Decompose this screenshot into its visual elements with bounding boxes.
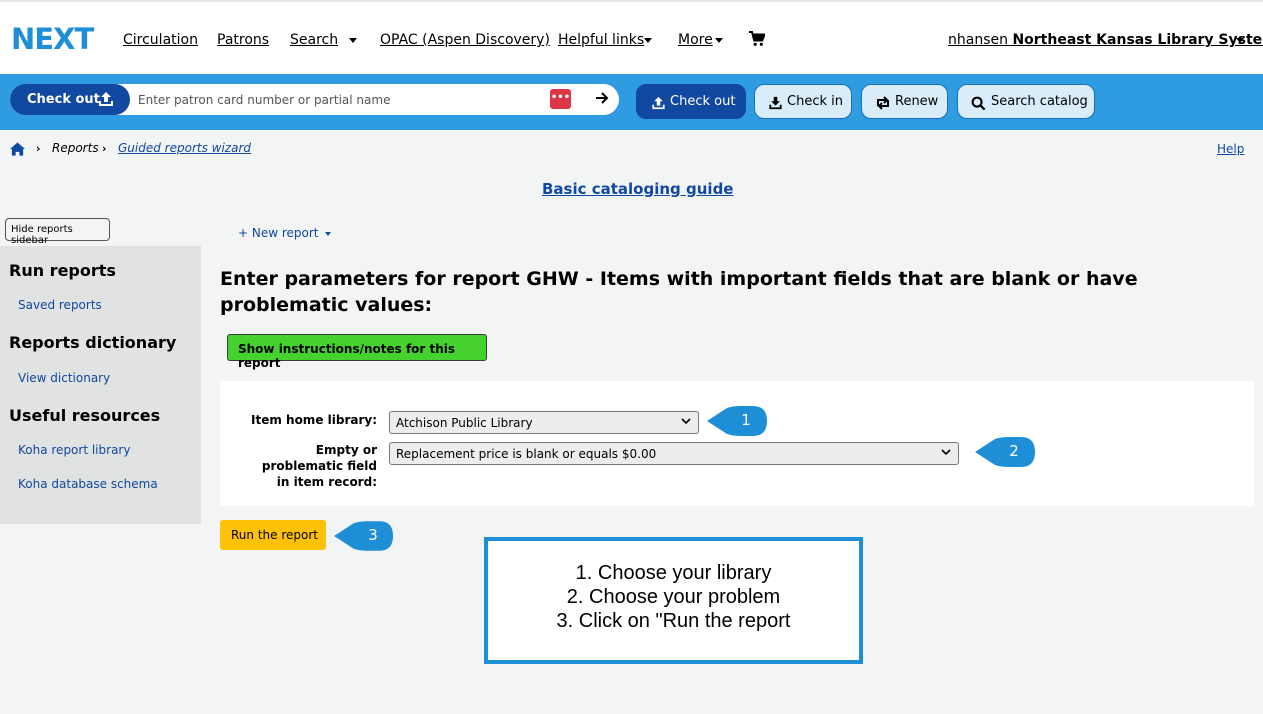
more-options-icon[interactable]: ••• xyxy=(550,89,571,109)
user-library-menu[interactable]: nhansen Northeast Kansas Library System xyxy=(948,32,1263,48)
search-catalog-button[interactable]: Search catalog xyxy=(957,84,1095,119)
problem-field-value: Replacement price is blank or equals $0.… xyxy=(396,447,657,461)
nav-opac[interactable]: OPAC (Aspen Discovery) xyxy=(380,32,550,48)
nav-patrons[interactable]: Patrons xyxy=(217,32,269,48)
callout-number-2: 2 xyxy=(1009,442,1019,460)
breadcrumb-guided-reports-wizard[interactable]: Guided reports wizard xyxy=(118,141,251,155)
top-navbar: NEXT Circulation Patrons Search OPAC (As… xyxy=(0,0,1263,74)
upload-icon xyxy=(652,96,665,110)
nav-search[interactable]: Search xyxy=(290,32,338,48)
checkout-mode-label: Check out xyxy=(27,92,100,107)
item-home-library-select[interactable]: Atchison Public Library xyxy=(389,411,699,434)
search-dropdown-caret-icon[interactable] xyxy=(349,38,357,43)
hide-reports-sidebar-button[interactable]: Hide reports sidebar xyxy=(5,218,110,246)
check-out-button[interactable]: Check out xyxy=(636,84,746,119)
arrow-right-icon[interactable] xyxy=(595,91,609,105)
sidebar-heading-useful-resources: Useful resources xyxy=(9,406,161,425)
helpful-links-caret-icon[interactable] xyxy=(644,38,652,43)
nav-more[interactable]: More xyxy=(678,32,713,48)
callout-3: 3 xyxy=(334,521,394,551)
sidebar-link-koha-database-schema[interactable]: Koha database schema xyxy=(18,477,158,491)
basic-cataloging-guide-link[interactable]: Basic cataloging guide xyxy=(542,180,733,198)
home-icon[interactable] xyxy=(10,142,25,156)
problem-field-select[interactable]: Replacement price is blank or equals $0.… xyxy=(389,442,959,465)
note-line-3: 3. Click on "Run the report xyxy=(556,610,791,632)
username: nhansen xyxy=(948,32,1008,48)
nav-helpful-links[interactable]: Helpful links xyxy=(558,32,644,48)
new-report-dropdown[interactable]: + New report xyxy=(238,226,332,240)
download-icon xyxy=(769,96,782,110)
show-instructions-button[interactable]: Show instructions/notes for this report xyxy=(227,334,487,370)
sidebar-link-koha-report-library[interactable]: Koha report library xyxy=(18,443,130,457)
upload-icon xyxy=(99,92,113,106)
note-line-1: 1. Choose your library xyxy=(575,562,772,584)
callout-number-3: 3 xyxy=(368,526,378,544)
checkout-mode-toggle[interactable]: Check out xyxy=(10,84,130,115)
renew-button[interactable]: Renew xyxy=(861,84,948,119)
new-report-caret-icon xyxy=(325,231,332,236)
report-parameters-form: Item home library: Atchison Public Libra… xyxy=(220,381,1254,506)
renew-label: Renew xyxy=(895,94,939,109)
callout-1: 1 xyxy=(707,406,768,436)
more-caret-icon[interactable] xyxy=(715,38,723,43)
reports-sidebar: Run reports Saved reports Reports dictio… xyxy=(0,246,201,524)
callout-number-1: 1 xyxy=(741,411,751,429)
sidebar-heading-reports-dictionary: Reports dictionary xyxy=(9,333,177,352)
sidebar-heading-run-reports: Run reports xyxy=(9,261,116,280)
nav-circulation[interactable]: Circulation xyxy=(123,32,198,48)
page-title: Enter parameters for report GHW - Items … xyxy=(220,268,1138,316)
sidebar-link-view-dictionary[interactable]: View dictionary xyxy=(18,371,110,385)
renew-icon xyxy=(877,96,889,110)
search-catalog-label: Search catalog xyxy=(991,94,1088,109)
circulation-toolbar: Check out ••• Check out Check in xyxy=(0,74,1263,130)
breadcrumb-reports[interactable]: Reports xyxy=(52,141,99,155)
library-name: Northeast Kansas Library System xyxy=(1012,32,1263,48)
chevron-down-icon xyxy=(941,449,951,456)
callout-2: 2 xyxy=(975,437,1036,467)
user-menu-caret-icon[interactable] xyxy=(1236,38,1244,43)
search-icon xyxy=(971,96,986,111)
chevron-down-icon xyxy=(681,418,691,425)
instructions-note-box: 1. Choose your library 2. Choose your pr… xyxy=(484,537,863,664)
run-report-button[interactable]: Run the report xyxy=(220,520,326,550)
breadcrumb-separator-icon: › xyxy=(102,142,107,155)
new-report-label: + New report xyxy=(238,226,319,240)
breadcrumb-separator-icon: › xyxy=(36,142,41,155)
sidebar-link-saved-reports[interactable]: Saved reports xyxy=(18,298,102,312)
problem-field-label: Empty or problematic field in item recor… xyxy=(261,443,377,489)
item-home-library-label: Item home library: xyxy=(251,413,377,427)
next-logo[interactable]: NEXT xyxy=(11,22,94,56)
note-line-2: 2. Choose your problem xyxy=(566,586,781,608)
check-out-label: Check out xyxy=(670,94,736,109)
item-home-library-value: Atchison Public Library xyxy=(396,416,533,430)
help-link[interactable]: Help xyxy=(1217,142,1244,156)
patron-search-input[interactable] xyxy=(138,85,548,114)
check-in-button[interactable]: Check in xyxy=(754,84,852,119)
patron-search-group: Check out ••• xyxy=(10,84,619,115)
cart-icon[interactable] xyxy=(749,31,765,47)
check-in-label: Check in xyxy=(787,94,843,109)
